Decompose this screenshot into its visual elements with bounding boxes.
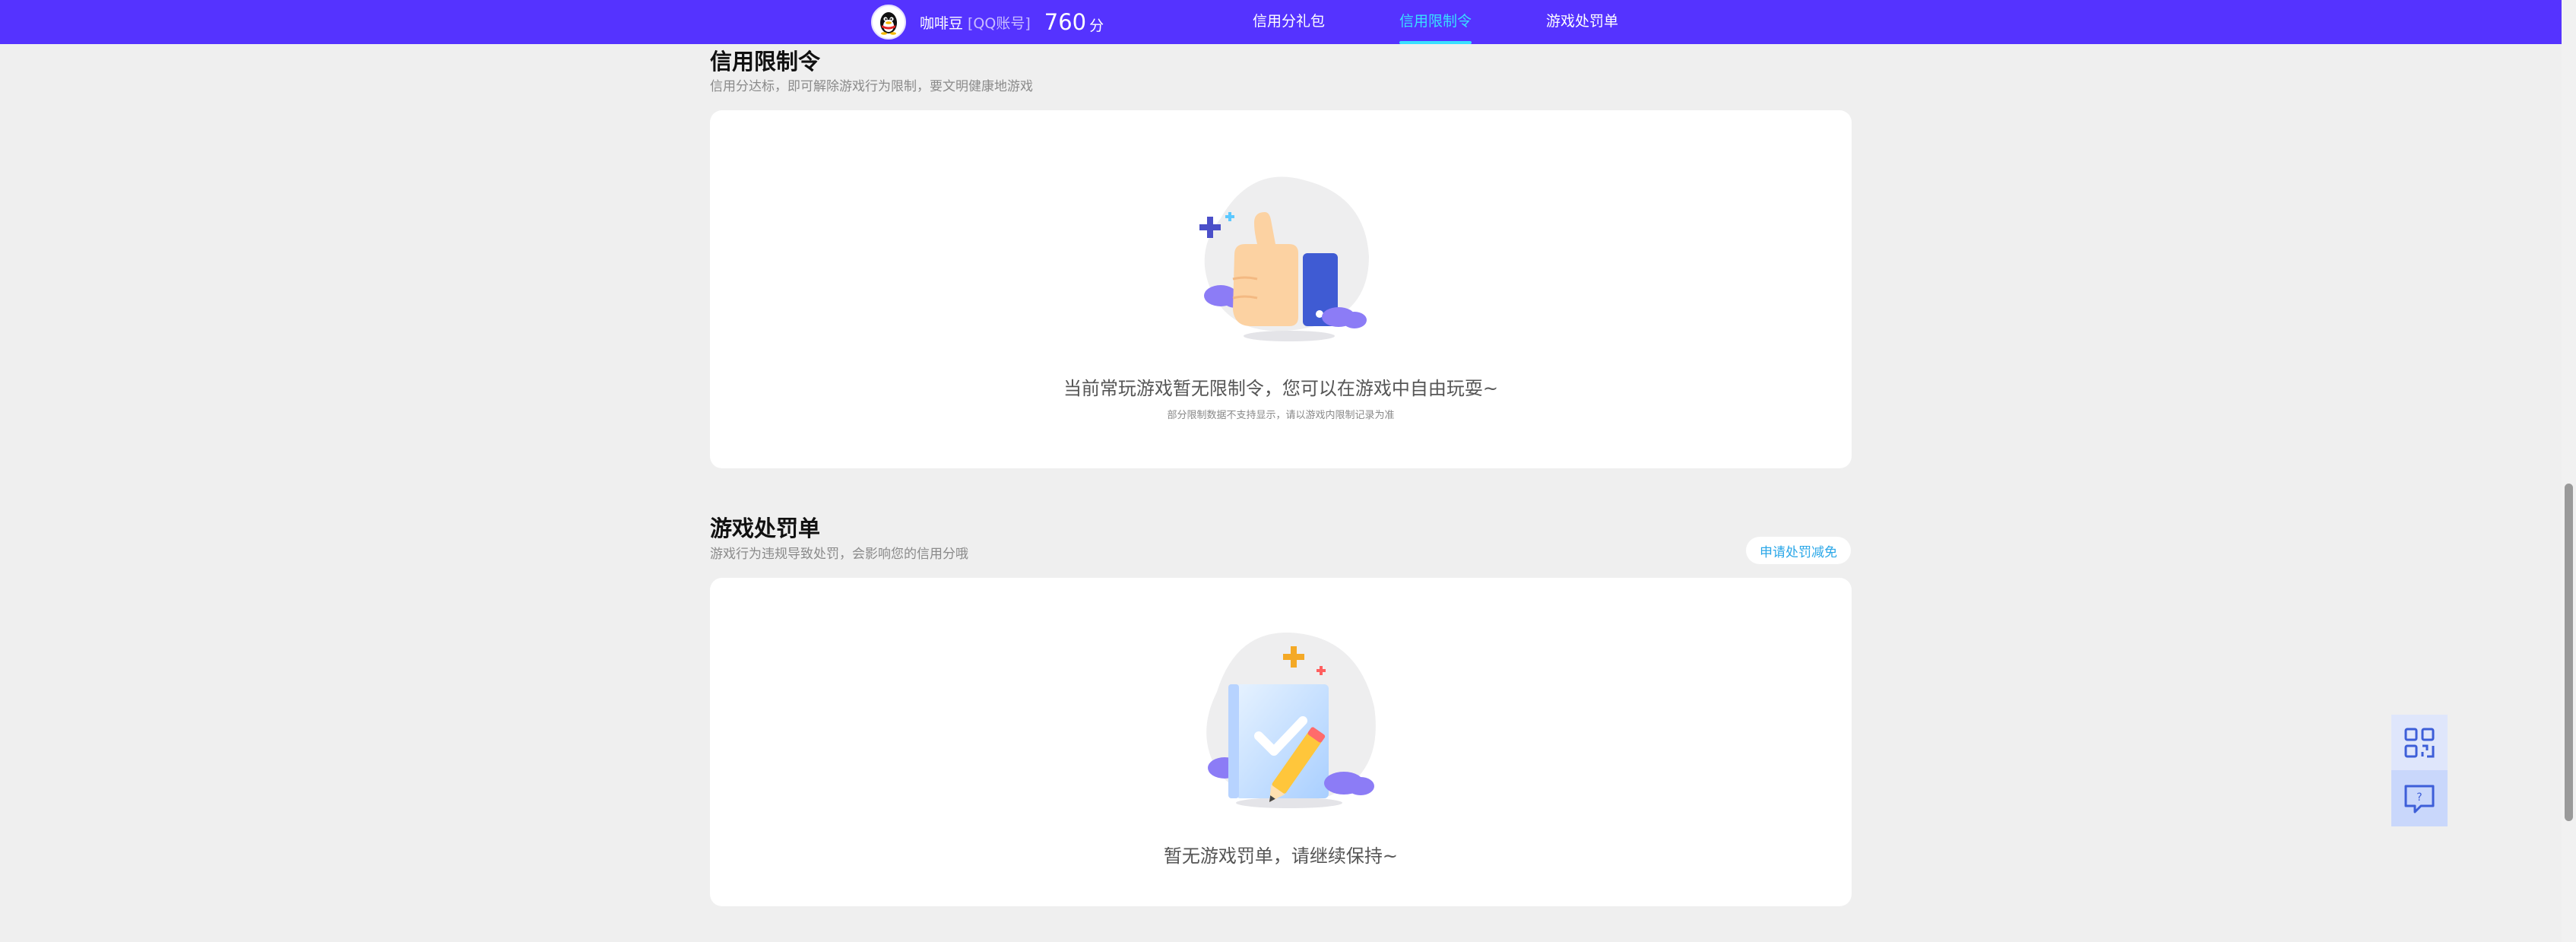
- tab-label: 信用限制令: [1399, 13, 1472, 30]
- thumbs-up-illustration-icon: [1175, 165, 1388, 350]
- tab-label: 游戏处罚单: [1546, 13, 1619, 30]
- penalty-card: 暂无游戏罚单，请继续保持~: [710, 578, 1852, 906]
- penalty-section-subtitle: 游戏行为违规导致处罚，会影响您的信用分哦: [710, 547, 968, 562]
- penalty-empty-message: 暂无游戏罚单，请继续保持~: [1163, 845, 1399, 867]
- page-scrollbar-thumb[interactable]: [2565, 484, 2573, 821]
- account-type-label: [QQ账号]: [968, 14, 1031, 32]
- tab-game-penalty[interactable]: 游戏处罚单: [1546, 0, 1618, 44]
- feedback-icon: ?: [2404, 785, 2435, 814]
- restriction-section-subtitle: 信用分达标，即可解除游戏行为限制，要文明健康地游戏: [710, 79, 1033, 94]
- credit-score-unit: 分: [1089, 17, 1104, 34]
- credit-score-value: 760: [1044, 9, 1087, 35]
- user-nickname: 咖啡豆: [920, 14, 964, 32]
- top-nav-bar: 咖啡豆 [QQ账号] 760 分 信用分礼包 信用限制令 游戏处罚单: [0, 0, 2576, 44]
- tab-credit-gift[interactable]: 信用分礼包: [1253, 0, 1325, 44]
- restriction-section-title: 信用限制令: [710, 49, 821, 75]
- tab-credit-restriction[interactable]: 信用限制令: [1399, 0, 1472, 44]
- restriction-empty-message: 当前常玩游戏暂无限制令，您可以在游戏中自由玩耍~: [1063, 378, 1499, 399]
- penalty-section-title: 游戏处罚单: [710, 515, 821, 541]
- tab-label: 信用分礼包: [1253, 13, 1326, 30]
- qr-code-icon: [2404, 728, 2435, 758]
- feedback-button[interactable]: ?: [2391, 770, 2448, 826]
- qr-code-button[interactable]: [2391, 715, 2448, 771]
- clipboard-check-illustration-icon: [1175, 623, 1396, 817]
- qq-avatar-icon[interactable]: [871, 5, 906, 40]
- user-info: 咖啡豆 [QQ账号] 760 分: [871, 4, 1104, 40]
- restriction-empty-note: 部分限制数据不支持显示，请以游戏内限制记录为准: [1167, 410, 1395, 421]
- svg-text:?: ?: [2416, 791, 2422, 804]
- apply-penalty-reduction-button[interactable]: 申请处罚减免: [1746, 537, 1851, 564]
- restriction-card: 当前常玩游戏暂无限制令，您可以在游戏中自由玩耍~ 部分限制数据不支持显示，请以游…: [710, 110, 1852, 468]
